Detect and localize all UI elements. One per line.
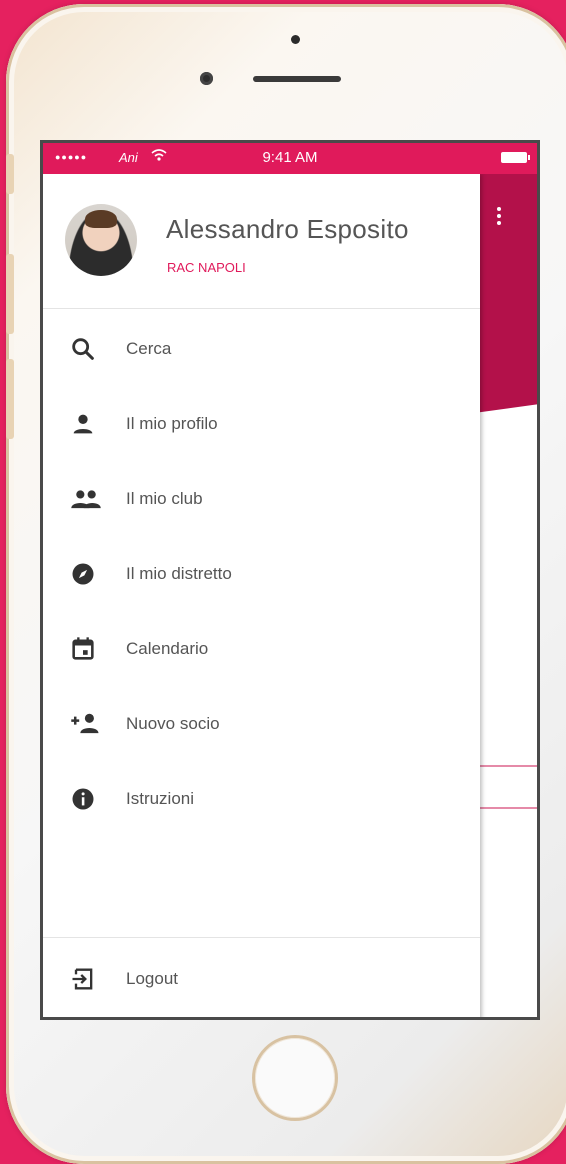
footer-divider [43,937,480,938]
menu-item-label: Nuovo socio [126,714,220,733]
calendar-icon [69,635,97,663]
menu-item-label: Il mio club [126,489,203,508]
front-camera [200,72,213,85]
logout-icon [69,965,97,993]
profile-name: Alessandro Esposito [166,214,409,244]
battery-icon [501,152,530,163]
proximity-sensor [291,35,300,44]
menu-item-label: Cerca [126,339,172,358]
screen: ●●●●● Ani 9:41 AM Alessandro Esposito RA… [40,140,540,1020]
menu-item-profilo[interactable]: Il mio profilo [43,396,480,452]
info-icon [69,785,97,813]
compass-icon [69,560,97,588]
earpiece-speaker [253,76,341,82]
menu-item-istruzioni[interactable]: Istruzioni [43,771,480,827]
volume-down-button [6,359,14,439]
menu-item-calendario[interactable]: Calendario [43,621,480,677]
menu-item-label: Istruzioni [126,789,195,808]
search-icon [69,335,97,363]
person-icon [69,410,97,438]
mute-switch [6,154,14,194]
logout-label: Logout [126,969,178,988]
menu-item-label: Calendario [126,639,209,658]
profile-club: RAC NAPOLI [167,260,246,275]
home-button[interactable] [252,1035,338,1121]
status-time: 9:41 AM [262,149,318,166]
header-divider [43,308,480,309]
menu-item-label: Il mio profilo [126,414,218,433]
group-icon [69,485,101,513]
menu-item-nuovo-socio[interactable]: Nuovo socio [43,696,480,752]
menu-item-label: Il mio distretto [126,564,232,583]
logout-button[interactable]: Logout [43,951,480,1007]
navigation-drawer: Alessandro Esposito RAC NAPOLI Cerca Il … [43,174,480,1017]
menu-item-distretto[interactable]: Il mio distretto [43,546,480,602]
background-divider [477,807,537,809]
menu-item-cerca[interactable]: Cerca [43,321,480,377]
background-divider [477,765,537,767]
add-person-icon [69,710,99,738]
menu-item-club[interactable]: Il mio club [43,471,480,527]
more-options-icon[interactable] [497,207,501,228]
avatar[interactable] [65,204,137,276]
volume-up-button [6,254,14,334]
status-bar: ●●●●● Ani 9:41 AM [43,143,537,174]
